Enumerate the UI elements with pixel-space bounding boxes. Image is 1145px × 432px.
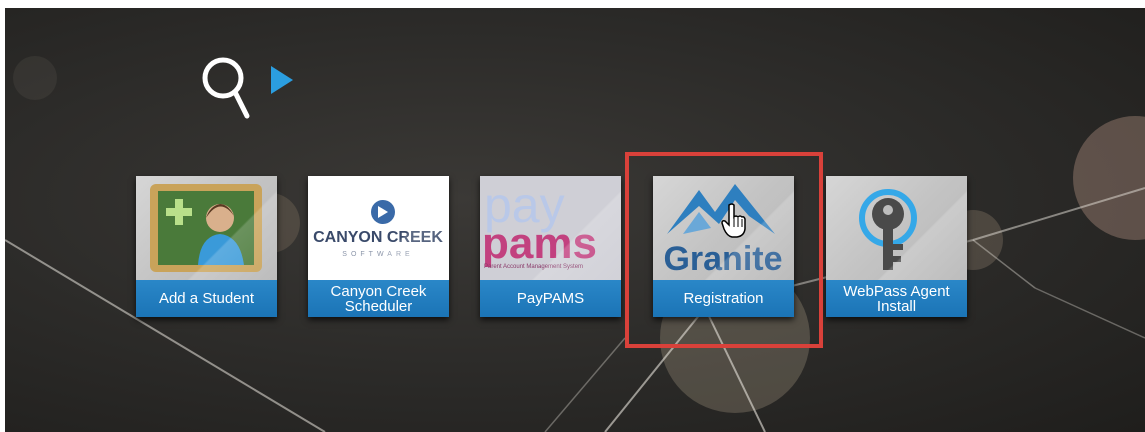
canyon-creek-logo: CANYON CREEK SOFTWARE (308, 176, 449, 280)
tile-paypams[interactable]: pay pams Parent Account Management Syste… (480, 176, 621, 317)
search-icon (202, 57, 250, 119)
key-icon (859, 189, 917, 270)
desktop-background: Add a Student CANYON CREEK SOFTWARE Cany… (5, 8, 1145, 432)
tile-canyon-creek-scheduler[interactable]: CANYON CREEK SOFTWARE Canyon Creek Sched… (308, 176, 449, 317)
tile-label: PayPAMS (480, 280, 621, 317)
tile-add-a-student[interactable]: Add a Student (136, 176, 277, 317)
tile-webpass-agent-install[interactable]: WebPass Agent Install (826, 176, 967, 317)
tile-label: Canyon Creek Scheduler (308, 280, 449, 317)
play-arrow-icon (271, 66, 293, 94)
svg-text:CANYON CREEK: CANYON CREEK (313, 229, 443, 246)
svg-text:pams: pams (482, 219, 597, 268)
highlight-box (625, 152, 823, 348)
tile-label: Add a Student (136, 280, 277, 317)
svg-text:SOFTWARE: SOFTWARE (342, 251, 413, 258)
search-button[interactable] (193, 50, 303, 130)
svg-text:Parent Account Management Syst: Parent Account Management System (484, 264, 583, 270)
student-chalkboard-icon (150, 184, 262, 272)
paypams-logo: pay pams Parent Account Management Syste… (480, 176, 621, 280)
hand-cursor-icon (721, 203, 746, 238)
tile-label: WebPass Agent Install (826, 280, 967, 317)
